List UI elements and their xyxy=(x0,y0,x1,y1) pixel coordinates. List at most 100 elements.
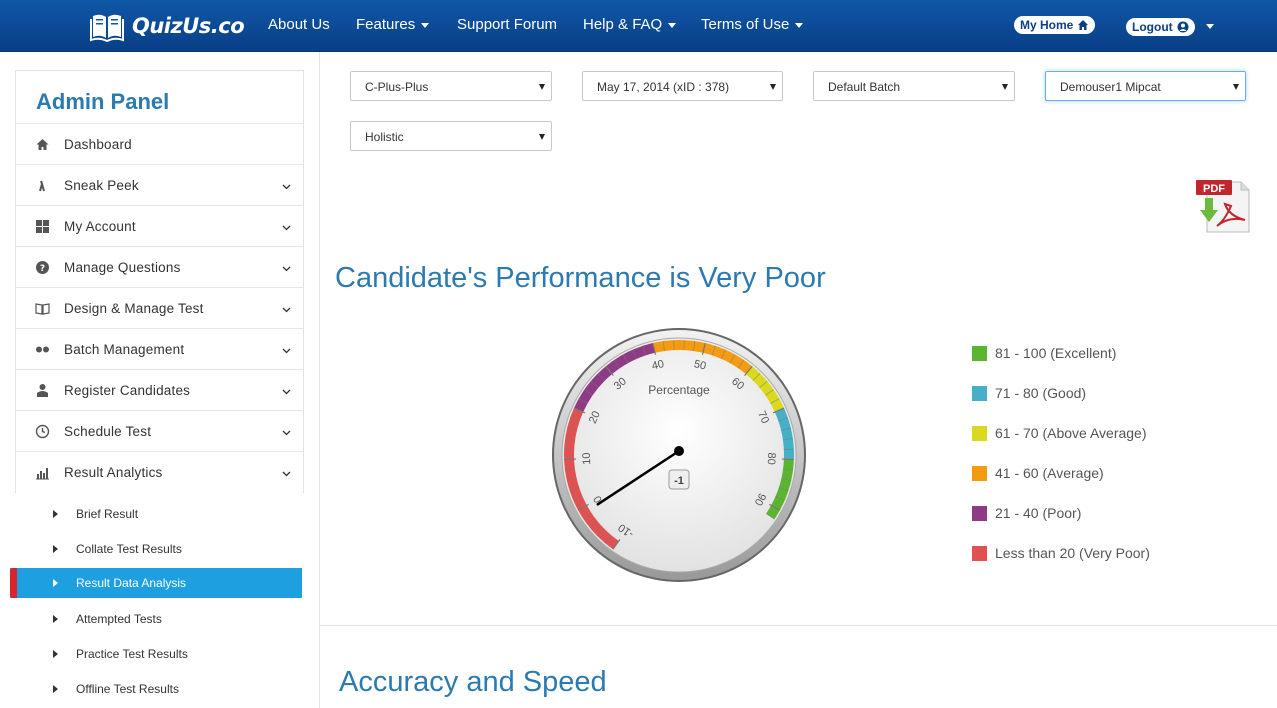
sidebar-item-design-manage-test[interactable]: Design & Manage Test xyxy=(16,287,303,328)
select-value: Holistic xyxy=(365,130,404,144)
nav-help-faq[interactable]: Help & FAQ xyxy=(583,16,677,33)
chevron-down-icon xyxy=(282,184,291,190)
nav-label: About Us xyxy=(268,16,330,33)
legend-swatch xyxy=(972,545,987,561)
legend-item-excellent: 81 - 100 (Excellent) xyxy=(972,345,1116,361)
sidebar-item-register-candidates[interactable]: Register Candidates xyxy=(16,369,303,410)
chevron-down-icon xyxy=(282,266,291,272)
sub-item-label: Collate Test Results xyxy=(76,542,182,556)
legend-swatch xyxy=(972,425,987,441)
legend-label: 21 - 40 (Poor) xyxy=(995,505,1082,521)
sub-item-result-data-analysis[interactable]: Result Data Analysis xyxy=(10,568,302,598)
chevron-down-icon xyxy=(282,471,291,477)
sub-item-collate-test-results[interactable]: Collate Test Results xyxy=(16,534,302,564)
sub-item-practice-test-results[interactable]: Practice Test Results xyxy=(16,639,302,669)
sidebar-item-label: Sneak Peek xyxy=(64,178,139,193)
top-navbar: QuizUs.co About Us Features Support Foru… xyxy=(0,0,1277,52)
chevron-down-icon xyxy=(282,430,291,436)
percentage-gauge: -10010203040 5060708090 Percentage -1 xyxy=(552,328,806,582)
sidebar-item-dashboard[interactable]: Dashboard xyxy=(16,123,303,164)
gauge-tick xyxy=(564,448,575,450)
my-home-button[interactable]: My Home xyxy=(1014,16,1096,34)
svg-text:?: ? xyxy=(40,264,45,274)
nav-about-us[interactable]: About Us xyxy=(268,16,330,33)
user-icon xyxy=(37,384,48,397)
batch-select[interactable]: Default Batch xyxy=(813,71,1015,101)
sub-item-offline-test-results[interactable]: Offline Test Results xyxy=(16,674,302,704)
legend-item-average: 41 - 60 (Average) xyxy=(972,465,1104,481)
question-circle-icon: ? xyxy=(36,261,49,274)
sidebar-item-label: Batch Management xyxy=(64,342,185,357)
pdf-label: PDF xyxy=(1203,183,1225,195)
sub-item-label: Result Data Analysis xyxy=(76,576,187,590)
sub-item-attempted-tests[interactable]: Attempted Tests xyxy=(16,604,302,634)
my-home-label: My Home xyxy=(1020,18,1074,32)
sidebar-item-result-analytics[interactable]: Result Analytics xyxy=(16,451,303,492)
performance-title: Candidate's Performance is Very Poor xyxy=(335,262,826,294)
legend-swatch xyxy=(972,345,987,361)
sidebar-item-batch-management[interactable]: Batch Management xyxy=(16,328,303,369)
sidebar-item-label: Result Analytics xyxy=(64,465,163,480)
sidebar-item-label: Design & Manage Test xyxy=(64,301,204,316)
legend-item-above-average: 61 - 70 (Above Average) xyxy=(972,425,1147,441)
sidebar-item-label: Dashboard xyxy=(64,137,132,152)
legend-label: Less than 20 (Very Poor) xyxy=(995,545,1150,561)
legend-label: 61 - 70 (Above Average) xyxy=(995,425,1147,441)
legend-swatch xyxy=(972,385,987,401)
gauge-title: Percentage xyxy=(648,383,710,397)
caret-down-icon xyxy=(421,22,430,28)
clock-icon xyxy=(35,424,50,439)
sidebar-item-label: Manage Questions xyxy=(64,260,181,275)
legend-swatch xyxy=(972,465,987,481)
legend-swatch xyxy=(972,505,987,521)
sneak-peek-icon xyxy=(39,180,45,192)
nav-label: Features xyxy=(356,16,416,33)
select-value: May 17, 2014 (xID : 378) xyxy=(597,80,730,94)
gauge-tick-label: 80 xyxy=(765,452,777,465)
dropdown-arrow-icon xyxy=(539,84,545,90)
nav-terms-of-use[interactable]: Terms of Use xyxy=(701,16,804,33)
subject-select[interactable]: C-Plus-Plus xyxy=(350,71,552,101)
sub-item-brief-result[interactable]: Brief Result xyxy=(16,499,302,529)
nav-label: Help & FAQ xyxy=(583,16,663,33)
triangle-right-icon xyxy=(53,615,58,623)
candidate-select[interactable]: Demouser1 Mipcat xyxy=(1045,71,1246,101)
sidebar-item-manage-questions[interactable]: ? Manage Questions xyxy=(16,246,303,287)
chevron-down-icon xyxy=(282,225,291,231)
logout-caret-icon[interactable] xyxy=(1206,24,1214,29)
accuracy-speed-title: Accuracy and Speed xyxy=(339,666,607,698)
sidebar-item-my-account[interactable]: My Account xyxy=(16,205,303,246)
legend-label: 81 - 100 (Excellent) xyxy=(995,345,1117,361)
legend-item-good: 71 - 80 (Good) xyxy=(972,385,1086,401)
sub-item-label: Brief Result xyxy=(76,507,139,521)
view-select[interactable]: Holistic xyxy=(350,121,552,151)
dropdown-arrow-icon xyxy=(1233,84,1239,90)
chevron-down-icon xyxy=(282,389,291,395)
gauge-tick-label: 10 xyxy=(581,452,593,465)
section-divider xyxy=(320,625,1277,626)
home-icon xyxy=(36,139,49,150)
sidebar-item-label: My Account xyxy=(64,219,136,234)
nav-support-forum[interactable]: Support Forum xyxy=(457,16,557,33)
sidebar-item-schedule-test[interactable]: Schedule Test xyxy=(16,410,303,451)
book-open-icon xyxy=(35,303,50,315)
pdf-download-icon[interactable]: PDF xyxy=(1195,178,1251,234)
sidebar-item-sneak-peek[interactable]: Sneak Peek xyxy=(16,164,303,205)
triangle-right-icon xyxy=(53,579,58,587)
legend-label: 71 - 80 (Good) xyxy=(995,385,1087,401)
caret-down-icon xyxy=(795,22,804,28)
brand-logo[interactable]: QuizUs.co xyxy=(90,9,245,43)
nav-features[interactable]: Features xyxy=(356,16,430,33)
grid-icon xyxy=(36,220,49,233)
chevron-down-icon xyxy=(282,348,291,354)
user-icon xyxy=(1177,21,1189,33)
select-value: Demouser1 Mipcat xyxy=(1060,80,1161,94)
test-date-select[interactable]: May 17, 2014 (xID : 378) xyxy=(582,71,783,101)
gauge-tick xyxy=(783,448,794,450)
admin-panel-title: Admin Panel xyxy=(36,89,170,114)
caret-down-icon xyxy=(668,22,677,28)
logout-button[interactable]: Logout xyxy=(1126,18,1195,36)
sub-item-label: Attempted Tests xyxy=(76,612,162,626)
legend-item-very-poor: Less than 20 (Very Poor) xyxy=(972,545,1150,561)
legend-item-poor: 21 - 40 (Poor) xyxy=(972,505,1081,521)
